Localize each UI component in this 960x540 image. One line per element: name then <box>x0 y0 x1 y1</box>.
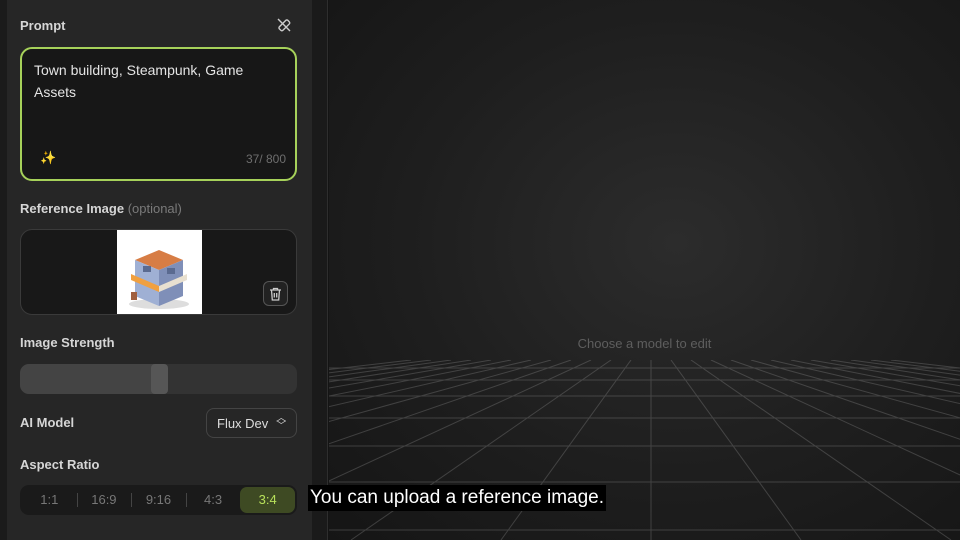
grid-floor <box>329 360 960 540</box>
aspect-option[interactable]: 1:1 <box>22 487 77 513</box>
trash-icon <box>270 287 281 301</box>
building-image <box>129 250 189 309</box>
aspect-option[interactable]: 9:16 <box>131 487 186 513</box>
preview-canvas: Choose a model to edit <box>329 0 960 540</box>
char-count: 37/ 800 <box>245 152 286 166</box>
prompt-label: Prompt <box>20 18 66 33</box>
aspect-option-selected[interactable]: 3:4 <box>240 487 295 513</box>
model-label: AI Model <box>20 415 75 430</box>
strength-label: Image Strength <box>20 335 115 350</box>
optional-tag: (optional) <box>127 201 182 216</box>
aspect-ratio-group: 1:1 16:9 9:16 4:3 3:4 <box>20 485 297 515</box>
reference-thumbnail <box>117 230 202 314</box>
caption: You can upload a reference image. <box>308 485 607 511</box>
reference-image-dropzone[interactable] <box>20 229 297 315</box>
prompt-input[interactable]: Town building, Steampunk, Game Assets ✨ … <box>20 47 297 181</box>
reference-label-text: Reference Image <box>20 201 125 216</box>
reference-label: Reference Image (optional) <box>20 201 182 216</box>
panel-divider[interactable] <box>312 0 328 540</box>
delete-reference-button[interactable] <box>263 281 288 306</box>
magic-wand-icon[interactable]: ✨ <box>40 150 56 166</box>
slider-thumb[interactable] <box>150 364 168 394</box>
slider-fill <box>20 364 159 394</box>
eraser-icon[interactable] <box>276 17 292 33</box>
chevron-updown-icon: ︿ ﹀ <box>276 413 287 432</box>
model-value: Flux Dev <box>217 415 269 431</box>
aspect-option[interactable]: 16:9 <box>76 487 132 513</box>
prompt-text[interactable]: Town building, Steampunk, Game Assets <box>34 59 284 103</box>
empty-hint: Choose a model to edit <box>577 336 712 351</box>
model-select[interactable]: Flux Dev ︿ ﹀ <box>206 408 297 438</box>
aspect-option[interactable]: 4:3 <box>185 487 241 513</box>
aspect-label: Aspect Ratio <box>20 457 100 472</box>
image-strength-slider[interactable] <box>20 364 297 394</box>
